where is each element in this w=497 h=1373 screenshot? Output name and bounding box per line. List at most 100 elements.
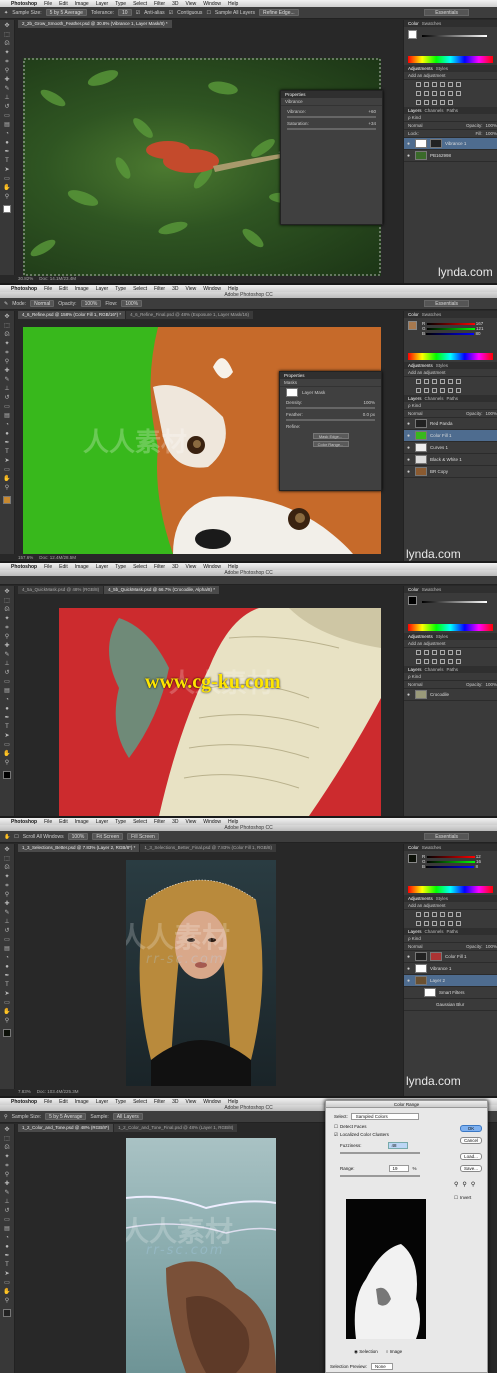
select-dropdown[interactable]: Sampled Colors bbox=[350, 1113, 419, 1120]
document-tab[interactable]: 4_5a_QuickMask.psd @ 48% (RGB/8) bbox=[18, 586, 104, 594]
zoom-level[interactable]: 7.83% bbox=[18, 1089, 31, 1095]
path-select-icon[interactable]: ➤ bbox=[3, 991, 12, 998]
gradient-tool-icon[interactable]: ▤ bbox=[3, 946, 12, 953]
saturation-value[interactable]: +34 bbox=[368, 121, 376, 126]
foreground-color-swatch[interactable] bbox=[3, 1029, 11, 1037]
vibrance-value[interactable]: +60 bbox=[368, 109, 376, 114]
stamp-tool-icon[interactable]: ⊥ bbox=[3, 919, 12, 926]
hand-tool-icon[interactable]: ✋ bbox=[3, 1289, 12, 1296]
shape-tool-icon[interactable]: ▭ bbox=[3, 467, 12, 474]
kind-filter[interactable]: ρ Kind bbox=[408, 936, 421, 941]
menu-file[interactable]: File bbox=[44, 286, 52, 292]
menu-filter[interactable]: Filter bbox=[154, 819, 165, 825]
pen-tool-icon[interactable]: ✒ bbox=[3, 715, 12, 722]
sample-size-select[interactable]: 5 by 5 Average bbox=[45, 1113, 87, 1120]
sample-all-layers-checkbox[interactable]: ☐ bbox=[206, 10, 210, 16]
essentials-workspace-select[interactable]: Essentials bbox=[424, 833, 469, 840]
localized-checkbox[interactable]: ☑ bbox=[334, 1132, 338, 1138]
path-select-icon[interactable]: ➤ bbox=[3, 1271, 12, 1278]
color-slider[interactable] bbox=[422, 35, 487, 37]
adjustment-icons-2[interactable] bbox=[404, 657, 497, 666]
pen-tool-icon[interactable]: ✒ bbox=[3, 1253, 12, 1260]
dodge-tool-icon[interactable]: ● bbox=[3, 964, 12, 971]
layer-row[interactable]: ● Red Panda bbox=[404, 418, 497, 430]
adjustment-icons[interactable] bbox=[404, 377, 497, 386]
color-slider[interactable] bbox=[422, 601, 487, 603]
tab-channels[interactable]: Channels bbox=[425, 107, 444, 114]
menu-edit[interactable]: Edit bbox=[59, 1099, 68, 1105]
healing-tool-icon[interactable]: ✚ bbox=[3, 368, 12, 375]
invert-checkbox[interactable]: ☐ bbox=[454, 1195, 458, 1201]
menu-filter[interactable]: Filter bbox=[154, 564, 165, 570]
tab-paths[interactable]: Paths bbox=[447, 666, 459, 673]
brush-tool-icon[interactable]: ✎ bbox=[3, 652, 12, 659]
magic-wand-icon[interactable]: ✦ bbox=[3, 50, 12, 57]
blur-tool-icon[interactable]: ◔ bbox=[3, 955, 12, 962]
eyedropper-plus-icon[interactable]: ⚲ bbox=[462, 1181, 466, 1188]
eyedropper-tool-icon[interactable]: ⚲ bbox=[3, 892, 12, 899]
menu-3d[interactable]: 3D bbox=[172, 564, 178, 570]
eraser-tool-icon[interactable]: ▭ bbox=[3, 404, 12, 411]
tab-color[interactable]: Color bbox=[408, 844, 419, 851]
menu-type[interactable]: Type bbox=[115, 1099, 126, 1105]
marquee-tool-icon[interactable]: ⬚ bbox=[3, 32, 12, 39]
eraser-tool-icon[interactable]: ▭ bbox=[3, 1217, 12, 1224]
history-brush-icon[interactable]: ↺ bbox=[3, 928, 12, 935]
healing-tool-icon[interactable]: ✚ bbox=[3, 901, 12, 908]
color-spectrum[interactable] bbox=[408, 624, 493, 631]
brush-tool-icon[interactable]: ✎ bbox=[3, 1190, 12, 1197]
menu-help[interactable]: Help bbox=[228, 819, 238, 825]
foreground-color-swatch[interactable] bbox=[3, 771, 11, 779]
menu-window[interactable]: Window bbox=[203, 564, 221, 570]
history-brush-icon[interactable]: ↺ bbox=[3, 104, 12, 111]
sample-size-select[interactable]: 5 by 5 Average bbox=[45, 9, 87, 16]
fuzziness-input[interactable]: 48 bbox=[387, 1142, 408, 1149]
blur-tool-icon[interactable]: ◔ bbox=[3, 131, 12, 138]
menu-photoshop[interactable]: Photoshop bbox=[11, 819, 37, 825]
eraser-tool-icon[interactable]: ▭ bbox=[3, 937, 12, 944]
canvas-crocodile[interactable]: 人人素材 bbox=[59, 608, 381, 816]
mask-thumbnail[interactable] bbox=[286, 387, 298, 397]
adjustment-icons[interactable] bbox=[404, 910, 497, 919]
fg-swatch[interactable] bbox=[408, 30, 417, 39]
menu-select[interactable]: Select bbox=[133, 1, 147, 7]
dodge-tool-icon[interactable]: ● bbox=[3, 431, 12, 438]
lasso-tool-icon[interactable]: ᘏ bbox=[3, 41, 12, 48]
menu-edit[interactable]: Edit bbox=[59, 1, 68, 7]
foreground-color-swatch[interactable] bbox=[3, 1309, 11, 1317]
lasso-tool-icon[interactable]: ᘏ bbox=[3, 332, 12, 339]
selection-preview-select[interactable]: None bbox=[371, 1363, 394, 1370]
menu-select[interactable]: Select bbox=[133, 564, 147, 570]
range-slider[interactable] bbox=[340, 1175, 420, 1177]
menu-help[interactable]: Help bbox=[228, 1, 238, 7]
color-spectrum[interactable] bbox=[408, 886, 493, 893]
mode-select[interactable]: Normal bbox=[30, 300, 55, 307]
color-spectrum[interactable] bbox=[408, 353, 493, 360]
kind-filter[interactable]: ρ Kind bbox=[408, 115, 421, 120]
eye-icon[interactable]: ● bbox=[407, 445, 412, 451]
menu-image[interactable]: Image bbox=[75, 819, 89, 825]
kind-filter[interactable]: ρ Kind bbox=[408, 674, 421, 679]
menu-help[interactable]: Help bbox=[228, 564, 238, 570]
menu-image[interactable]: Image bbox=[75, 1099, 89, 1105]
contiguous-checkbox[interactable]: ☑ bbox=[169, 10, 173, 16]
magic-wand-tool-icon[interactable]: ✦ bbox=[4, 10, 8, 16]
menu-layer[interactable]: Layer bbox=[96, 1, 109, 7]
menu-type[interactable]: Type bbox=[115, 564, 126, 570]
dodge-tool-icon[interactable]: ● bbox=[3, 1244, 12, 1251]
hand-tool-icon[interactable]: ✋ bbox=[3, 185, 12, 192]
blur-tool-icon[interactable]: ◔ bbox=[3, 422, 12, 429]
detect-faces-checkbox[interactable]: ☐ bbox=[334, 1124, 338, 1130]
shape-tool-icon[interactable]: ▭ bbox=[3, 1280, 12, 1287]
brush-preset-icon[interactable]: ✎ bbox=[4, 301, 8, 307]
density-value[interactable]: 100% bbox=[363, 400, 375, 405]
opacity-input[interactable]: 100% bbox=[80, 300, 102, 307]
eyedropper-tool-icon[interactable]: ⚲ bbox=[3, 68, 12, 75]
tab-styles[interactable]: Styles bbox=[436, 633, 448, 640]
magic-wand-icon[interactable]: ✦ bbox=[3, 616, 12, 623]
fit-screen-button[interactable]: Fit Screen bbox=[92, 833, 124, 840]
layer-row[interactable]: ● PB162998 bbox=[404, 150, 497, 162]
menu-select[interactable]: Select bbox=[133, 286, 147, 292]
cancel-button[interactable]: Cancel bbox=[460, 1137, 482, 1144]
b-value[interactable]: 80 bbox=[476, 331, 481, 336]
